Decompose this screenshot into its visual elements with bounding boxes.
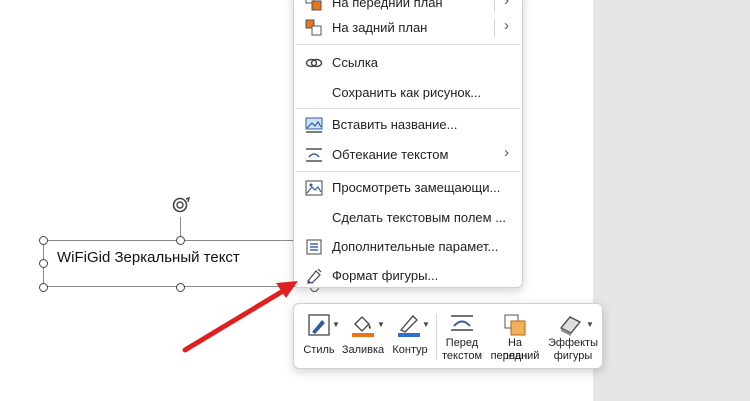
red-arrow-annotation xyxy=(182,281,298,353)
